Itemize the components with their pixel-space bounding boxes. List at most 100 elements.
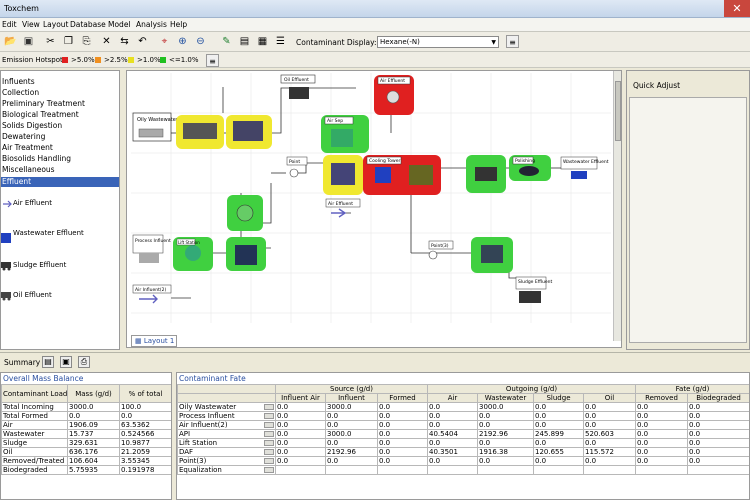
table-row[interactable]: Oily Wastewater 0.0 3000.0 0.0 0.0 3000.0 0.0 0… xyxy=(177,402,749,412)
row-expand-button[interactable] xyxy=(264,413,274,419)
hotspot-settings-icon[interactable]: ≡ xyxy=(206,54,219,67)
palette-air-effluent[interactable]: Air Effluent xyxy=(1,197,119,219)
paste-icon[interactable]: ⎘ xyxy=(80,35,93,48)
table-cell xyxy=(635,465,688,475)
menu-edit[interactable]: Edit xyxy=(2,20,17,29)
row-expand-button[interactable] xyxy=(264,449,274,455)
category-dewatering[interactable]: Dewatering xyxy=(1,132,119,142)
row-expand-button[interactable] xyxy=(264,440,274,446)
node-clarifier[interactable] xyxy=(471,237,513,273)
node-point-3[interactable]: Point(3) xyxy=(428,240,454,260)
zoom-in-icon[interactable]: ⊕ xyxy=(176,35,189,48)
summary-save-icon[interactable]: ▣ xyxy=(60,356,72,368)
undo-icon[interactable]: ↶ xyxy=(136,35,149,48)
scroll-thumb[interactable] xyxy=(615,81,621,141)
summary-print-icon[interactable]: ⎙ xyxy=(78,356,90,368)
node-air-effluent-hotspot[interactable]: Air Effluent xyxy=(374,75,414,115)
contaminant-settings-icon[interactable]: ≡ xyxy=(506,35,519,48)
node-oily-wastewater[interactable]: Oily Wastewater xyxy=(132,112,179,142)
row-expand-button[interactable] xyxy=(264,404,274,410)
canvas-vertical-scrollbar[interactable] xyxy=(613,71,621,341)
category-preliminary-treatment[interactable]: Preliminary Treatment xyxy=(1,99,119,109)
node-polishing[interactable] xyxy=(466,155,506,193)
edit-icon[interactable]: ✎ xyxy=(220,35,233,48)
menu-analysis[interactable]: Analysis xyxy=(136,20,167,29)
menu-help[interactable]: Help xyxy=(170,20,187,29)
palette-wastewater-effluent[interactable]: Wastewater Effluent xyxy=(1,227,119,249)
node-daf[interactable] xyxy=(226,115,272,149)
node-sludge-effluent[interactable]: Sludge Effluent xyxy=(515,276,553,303)
table-row[interactable]: Air 1906.09 63.5362 xyxy=(1,420,171,430)
table-row[interactable]: DAF 0.0 2192.96 0.0 40.3501 1916.38 120.655 115… xyxy=(177,447,749,457)
list-icon[interactable]: ☰ xyxy=(274,35,287,48)
table-row[interactable]: Total Formed 0.0 0.0 xyxy=(1,411,171,421)
category-miscellaneous[interactable]: Miscellaneous xyxy=(1,165,119,175)
category-effluent[interactable]: Effluent xyxy=(1,177,119,187)
node-polishing-2[interactable]: Polishing xyxy=(509,155,551,181)
node-point[interactable]: Point xyxy=(286,156,308,178)
table-row[interactable]: Process Influent 0.0 0.0 0.0 0.0 0.0 0.0 0.0 0.0… xyxy=(177,411,749,421)
run-icon[interactable]: ▦ xyxy=(256,35,269,48)
menu-layout[interactable]: Layout xyxy=(43,20,69,29)
category-biological-treatment[interactable]: Biological Treatment xyxy=(1,110,119,120)
legend-item: >2.5% xyxy=(95,56,128,64)
table-row[interactable]: Lift Station 0.0 0.0 0.0 0.0 0.0 0.0 0.0 0.0 0.0 xyxy=(177,438,749,448)
contaminant-display-select[interactable]: Hexane(-N) ▼ xyxy=(377,36,499,48)
table-row[interactable]: Total Incoming 3000.0 100.0 xyxy=(1,402,171,412)
delete-icon[interactable]: ✕ xyxy=(100,35,113,48)
node-oil-effluent[interactable]: Oil Effluent xyxy=(280,74,316,99)
tab-layout-1[interactable]: ▦ Layout 1 xyxy=(131,335,177,347)
palette-oil-effluent[interactable]: Oil Effluent xyxy=(1,289,119,311)
row-expand-button[interactable] xyxy=(264,431,274,437)
table-row[interactable]: Wastewater 15.737 0.524566 xyxy=(1,429,171,439)
cut-icon[interactable]: ✂ xyxy=(44,35,57,48)
group-header-outgoing: Outgoing (g/d) xyxy=(427,384,636,394)
category-solids-digestion[interactable]: Solids Digestion xyxy=(1,121,119,131)
close-window-button[interactable]: ✕ xyxy=(724,0,750,17)
node-blower[interactable] xyxy=(227,195,263,231)
category-air-treatment[interactable]: Air Treatment xyxy=(1,143,119,153)
node-api[interactable] xyxy=(176,115,224,149)
zoom-out-icon[interactable]: ⊖ xyxy=(194,35,207,48)
node-biological[interactable] xyxy=(323,155,363,195)
summary-table-icon[interactable]: ▤ xyxy=(42,356,54,368)
save-icon[interactable]: ▣ xyxy=(22,35,35,48)
table-row[interactable]: Equalization xyxy=(177,465,749,475)
table-row[interactable]: Biodegraded 5.75935 0.191978 xyxy=(1,465,171,475)
category-biosolids-handling[interactable]: Biosolids Handling xyxy=(1,154,119,164)
folder-open-icon[interactable]: 📂 xyxy=(4,35,17,48)
table-row[interactable]: Oil 636.176 21.2059 xyxy=(1,447,171,457)
table-row[interactable]: API 0.0 3000.0 0.0 40.5404 2192.96 245.899 520.… xyxy=(177,429,749,439)
zoom-region-icon[interactable]: ⌖ xyxy=(158,35,171,48)
node-air-sep[interactable]: Air Sep xyxy=(321,115,369,153)
table-row[interactable]: Removed/Treated 106.604 3.55345 xyxy=(1,456,171,466)
node-wastewater-effluent[interactable]: Wastewater Effluent xyxy=(560,156,609,179)
chart-icon[interactable]: ▤ xyxy=(238,35,251,48)
table-row[interactable]: Point(3) 0.0 0.0 0.0 0.0 0.0 0.0 0.0 0.0 0.0 xyxy=(177,456,749,466)
table-row[interactable]: Sludge 329.631 10.9877 xyxy=(1,438,171,448)
node-air-influent-2[interactable]: Air Influent(2) xyxy=(132,284,172,304)
table-cell: Air xyxy=(1,420,68,430)
copy-icon[interactable]: ❐ xyxy=(62,35,75,48)
flowsheet-canvas[interactable]: Oily Wastewater Oil Effluent Air Effluen… xyxy=(126,70,622,348)
menu-database[interactable]: Database xyxy=(70,20,106,29)
flip-horizontal-icon[interactable]: ⇆ xyxy=(118,35,131,48)
palette-sludge-effluent[interactable]: Sludge Effluent xyxy=(1,259,119,281)
category-collection[interactable]: Collection xyxy=(1,88,119,98)
quick-adjust-content[interactable] xyxy=(629,97,747,343)
row-expand-button[interactable] xyxy=(264,422,274,428)
table-row[interactable]: Air Influent(2) 0.0 0.0 0.0 0.0 0.0 0.0 0.0 0.0 0… xyxy=(177,420,749,430)
node-equalization[interactable] xyxy=(226,237,266,271)
menu-model[interactable]: Model xyxy=(108,20,131,29)
node-lift-station[interactable]: Lift Station xyxy=(173,237,213,271)
node-cooling-tower[interactable]: Cooling Tower xyxy=(363,155,441,195)
row-expand-button[interactable] xyxy=(264,458,274,464)
category-influents[interactable]: Influents xyxy=(1,77,119,87)
menu-view[interactable]: View xyxy=(22,20,40,29)
table-cell: 0.0 xyxy=(533,438,584,448)
row-expand-button[interactable] xyxy=(264,467,274,473)
flowsheet-diagram[interactable]: Oily Wastewater Oil Effluent Air Effluen… xyxy=(131,73,611,323)
node-process-influent[interactable]: Process Influent xyxy=(132,234,171,263)
table-cell: 3000.0 xyxy=(477,402,534,412)
row-header-cell: Lift Station xyxy=(177,438,276,448)
